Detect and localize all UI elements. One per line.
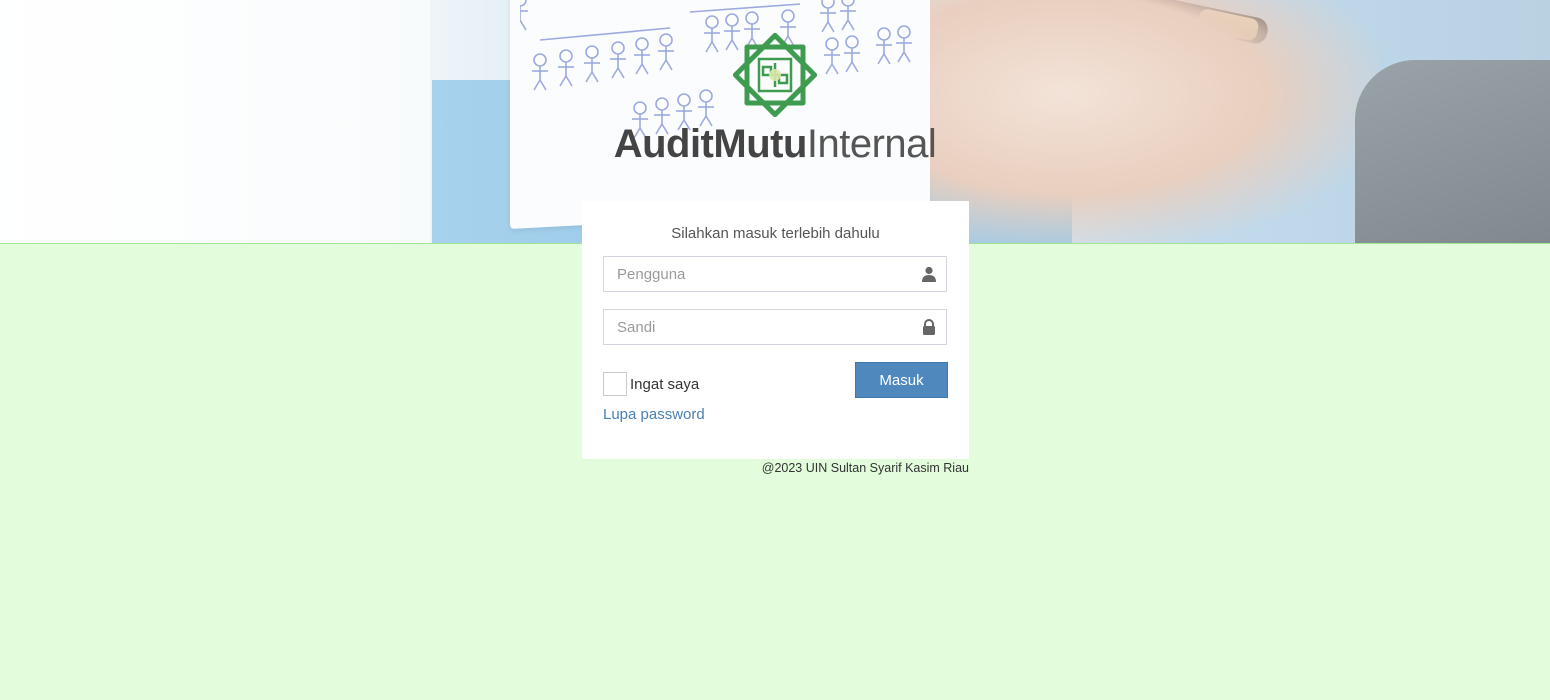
login-title: Silahkan masuk terlebih dahulu <box>671 225 880 242</box>
login-card: Silahkan masuk terlebih dahulu Ingat say… <box>582 201 969 459</box>
login-button[interactable]: Masuk <box>855 362 948 398</box>
uin-suska-emblem-icon <box>732 32 818 118</box>
forgot-password-link[interactable]: Lupa password <box>603 406 705 423</box>
lock-icon <box>923 319 935 335</box>
password-field[interactable] <box>603 309 947 345</box>
brand-name-bold: AuditMutu <box>613 122 808 166</box>
user-icon <box>922 266 936 282</box>
username-field[interactable] <box>603 256 947 292</box>
remember-me-checkbox[interactable] <box>603 372 627 396</box>
password-input[interactable] <box>604 310 946 344</box>
brand-name-light: Internal <box>806 122 937 166</box>
remember-me-label: Ingat saya <box>630 375 700 393</box>
footer-copyright: @2023 UIN Sultan Syarif Kasim Riau <box>761 461 969 475</box>
app-brand-name: AuditMutuInternal <box>614 124 937 164</box>
login-actions-row: Ingat saya Masuk <box>603 362 948 398</box>
username-input[interactable] <box>604 257 946 291</box>
logo-block: AuditMutuInternal <box>0 30 1550 164</box>
remember-me[interactable]: Ingat saya <box>603 372 699 396</box>
